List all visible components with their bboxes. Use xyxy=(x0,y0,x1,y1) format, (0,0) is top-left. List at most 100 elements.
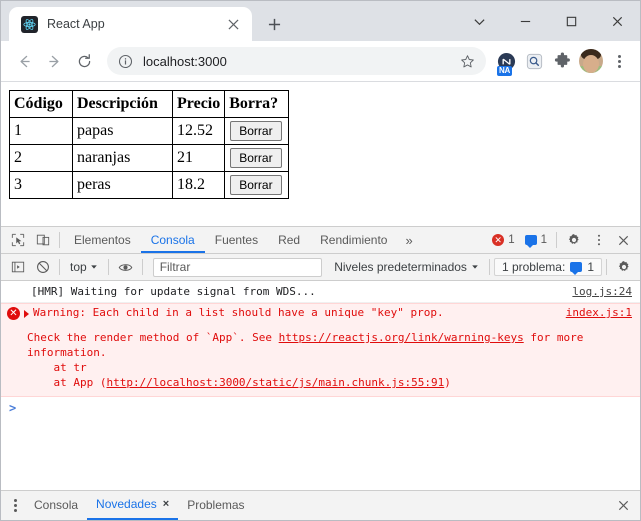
console-error-group: ✕ Warning: Each child in a list should h… xyxy=(1,303,640,397)
browser-tab-react-app[interactable]: React App xyxy=(9,7,252,41)
issues-indicator[interactable]: 1 problema: 1 xyxy=(493,258,602,276)
devtools-more-icon[interactable] xyxy=(586,229,611,252)
chrome-menu-icon[interactable] xyxy=(606,48,632,74)
console-log-source-link[interactable]: log.js:24 xyxy=(562,284,640,299)
devtools-tab-red[interactable]: Red xyxy=(268,227,310,253)
cell-precio: 18.2 xyxy=(171,171,226,199)
inspect-element-icon[interactable] xyxy=(5,229,30,252)
expand-triangle-icon[interactable] xyxy=(24,310,29,318)
devtools-panel: Elementos Consola Fuentes Red Rendimient… xyxy=(1,226,640,520)
table-row: 1 papas 12.52 Borrar xyxy=(9,117,290,145)
cell-precio: 21 xyxy=(171,144,226,172)
drawer-close-icon[interactable] xyxy=(610,493,636,519)
avatar[interactable] xyxy=(579,49,603,73)
console-prompt[interactable]: > xyxy=(1,397,640,419)
cell-descripcion: naranjas xyxy=(72,144,173,172)
nordpass-extension-icon[interactable]: NA xyxy=(493,48,519,76)
console-filter-bar: top Niveles predeterminados xyxy=(1,254,640,281)
devtools-tabbar: Elementos Consola Fuentes Red Rendimient… xyxy=(1,227,640,254)
cell-accion: Borrar xyxy=(224,171,290,199)
divider xyxy=(107,259,109,275)
devtools-tab-consola[interactable]: Consola xyxy=(140,227,205,253)
devtools-tabs-overflow-icon[interactable]: » xyxy=(397,233,420,248)
console-log-row[interactable]: [HMR] Waiting for update signal from WDS… xyxy=(1,281,640,303)
message-count-badge[interactable]: 1 xyxy=(520,233,552,248)
delete-button[interactable]: Borrar xyxy=(230,175,282,195)
console-error-source-link[interactable]: index.js:1 xyxy=(556,306,640,319)
delete-button[interactable]: Borrar xyxy=(230,148,282,168)
error-count-badge[interactable]: ✕ 1 xyxy=(487,233,519,247)
drawer-tab-label: Problemas xyxy=(187,498,245,512)
console-error-row[interactable]: ✕ Warning: Each child in a list should h… xyxy=(1,304,640,322)
console-filter-input[interactable] xyxy=(152,257,323,277)
chevron-down-icon xyxy=(90,263,98,271)
info-circle-icon[interactable] xyxy=(117,53,134,70)
execution-context-value: top xyxy=(70,260,87,274)
drawer-tab-close-icon[interactable]: × xyxy=(163,490,169,519)
reload-icon[interactable] xyxy=(69,46,99,76)
extension-badge: NA xyxy=(497,66,512,76)
execution-context-selector[interactable]: top xyxy=(64,260,104,274)
clear-console-icon[interactable] xyxy=(30,256,55,279)
console-error-message: Warning: Each child in a list should hav… xyxy=(33,306,444,319)
error-icon: ✕ xyxy=(492,234,505,246)
address-bar[interactable]: localhost:3000 xyxy=(107,47,486,75)
cell-codigo: 1 xyxy=(9,117,73,145)
cell-accion: Borrar xyxy=(224,117,290,145)
log-levels-value: Niveles predeterminados xyxy=(334,260,467,274)
console-settings-gear-icon[interactable] xyxy=(611,256,636,279)
new-tab-button[interactable] xyxy=(260,10,288,38)
devtools-tab-rendimiento[interactable]: Rendimiento xyxy=(310,227,397,253)
console-messages[interactable]: [HMR] Waiting for update signal from WDS… xyxy=(1,281,640,490)
devtools-tab-fuentes[interactable]: Fuentes xyxy=(205,227,268,253)
back-icon[interactable] xyxy=(9,46,39,76)
cell-descripcion: peras xyxy=(72,171,173,199)
live-expression-icon[interactable] xyxy=(113,256,138,279)
error-count: 1 xyxy=(508,234,515,246)
page-content: Código Descripción Precio Borra? 1 papas… xyxy=(1,82,640,226)
log-levels-selector[interactable]: Niveles predeterminados xyxy=(328,260,485,274)
table-header-row: Código Descripción Precio Borra? xyxy=(9,90,290,118)
delete-button[interactable]: Borrar xyxy=(230,121,282,141)
device-toolbar-icon[interactable] xyxy=(30,229,55,252)
drawer-tab-problemas[interactable]: Problemas xyxy=(178,491,253,520)
browser-window: React App localhost:3000 NA Código Descr… xyxy=(0,0,641,521)
error-icon: ✕ xyxy=(7,307,20,320)
divider xyxy=(606,259,607,275)
bookmark-star-icon[interactable] xyxy=(458,52,476,70)
devtools-tab-elementos[interactable]: Elementos xyxy=(64,227,141,253)
cell-accion: Borrar xyxy=(224,144,290,172)
gear-icon[interactable] xyxy=(561,229,586,252)
window-close-icon[interactable] xyxy=(594,1,640,41)
issues-label: 1 problema: xyxy=(501,260,566,274)
minimize-icon[interactable] xyxy=(502,1,548,41)
maximize-icon[interactable] xyxy=(548,1,594,41)
devtools-close-icon[interactable] xyxy=(611,229,636,252)
table-row: 3 peras 18.2 Borrar xyxy=(9,171,290,199)
console-error-detail: Check the render method of `App`. See ht… xyxy=(1,322,640,396)
divider xyxy=(59,259,60,275)
drawer-tab-consola[interactable]: Consola xyxy=(25,491,87,520)
column-header-codigo: Código xyxy=(9,90,73,118)
tab-close-button[interactable] xyxy=(225,16,242,33)
column-header-borra: Borra? xyxy=(224,90,290,118)
drawer-tab-novedades[interactable]: Novedades × xyxy=(87,490,179,520)
main-chunk-source-link[interactable]: http://localhost:3000/static/js/main.chu… xyxy=(106,376,444,389)
drawer-tab-label: Novedades xyxy=(96,497,157,511)
chevron-down-icon xyxy=(471,263,479,271)
react-warning-keys-link[interactable]: https://reactjs.org/link/warning-keys xyxy=(279,331,524,344)
error-detail-pre: Check the render method of `App`. See xyxy=(27,331,279,344)
drawer-menu-icon[interactable] xyxy=(5,499,25,512)
cell-descripcion: papas xyxy=(72,117,173,145)
forward-icon[interactable] xyxy=(39,46,69,76)
console-sidebar-icon[interactable] xyxy=(5,256,30,279)
cell-precio: 12.52 xyxy=(171,117,226,145)
puzzle-extensions-icon[interactable] xyxy=(549,48,575,74)
issues-count: 1 xyxy=(587,260,594,274)
console-log-message: [HMR] Waiting for update signal from WDS… xyxy=(31,285,316,298)
window-controls xyxy=(456,1,640,41)
tab-search-icon[interactable] xyxy=(456,1,502,41)
magnifier-extension-icon[interactable] xyxy=(521,48,547,74)
message-icon xyxy=(570,262,583,275)
drawer-tab-label: Consola xyxy=(34,498,79,512)
